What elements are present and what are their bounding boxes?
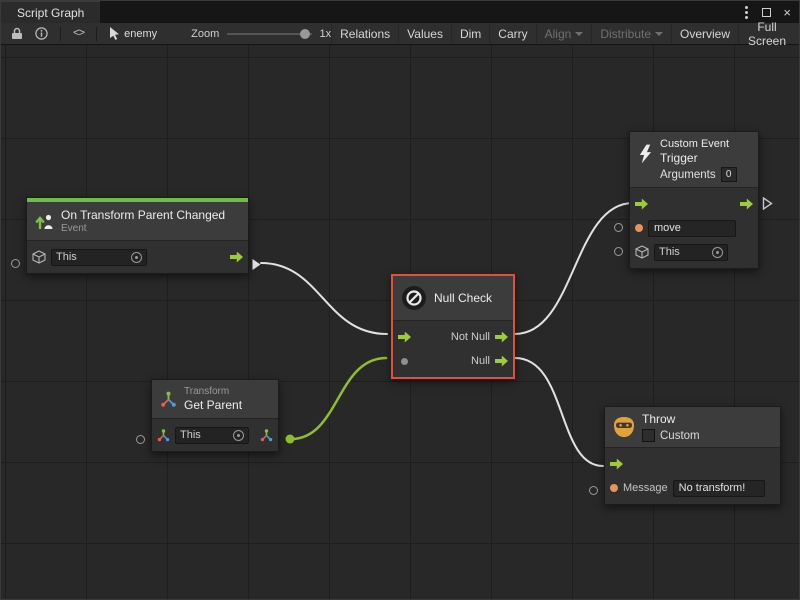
flow-output-port[interactable] bbox=[230, 252, 243, 263]
target-dropdown-value: This bbox=[56, 251, 77, 263]
node-title: On Transform Parent Changed bbox=[61, 208, 225, 222]
object-picker-icon[interactable] bbox=[131, 252, 142, 263]
full-screen-button[interactable]: Full Screen bbox=[738, 23, 795, 44]
throw-exception-icon bbox=[613, 417, 635, 437]
zoom-slider[interactable] bbox=[227, 27, 311, 41]
graph-toolbar: <> enemy Zoom 1x Relations Values Dim Ca… bbox=[1, 23, 799, 45]
node-title: Throw bbox=[642, 412, 700, 426]
flow-output-port[interactable] bbox=[740, 199, 753, 210]
transform-axis-icon bbox=[157, 429, 170, 442]
output-label-null: Null bbox=[471, 355, 490, 367]
relations-button[interactable]: Relations bbox=[331, 23, 398, 44]
chevron-down-icon bbox=[655, 32, 663, 36]
lock-icon[interactable] bbox=[5, 23, 29, 44]
node-subtitle: Event bbox=[61, 223, 225, 234]
target-dropdown[interactable]: This bbox=[51, 249, 147, 266]
overview-button[interactable]: Overview bbox=[671, 23, 738, 44]
message-field[interactable]: No transform! bbox=[673, 480, 765, 497]
node-title: Custom Event bbox=[660, 138, 737, 150]
carry-button[interactable]: Carry bbox=[489, 23, 535, 44]
tab-label: Script Graph bbox=[17, 6, 84, 20]
value-input-port[interactable] bbox=[136, 435, 145, 444]
event-name-field[interactable]: move bbox=[648, 220, 736, 237]
close-icon[interactable]: × bbox=[783, 6, 791, 19]
node-custom-event[interactable]: Custom Event Trigger Arguments 0 move bbox=[629, 131, 759, 269]
toolbar-separator bbox=[96, 27, 97, 41]
flow-input-port[interactable] bbox=[398, 332, 411, 343]
zoom-slider-track[interactable] bbox=[227, 33, 311, 35]
tab-bar: Script Graph × bbox=[1, 1, 799, 23]
flow-input-port[interactable] bbox=[610, 459, 623, 470]
gameobject-cube-icon bbox=[635, 245, 649, 259]
node-throw[interactable]: Throw Custom Message No transform! bbox=[604, 406, 781, 505]
wire-start-triangle-outline-icon bbox=[762, 197, 773, 210]
value-input-port[interactable] bbox=[11, 259, 20, 268]
info-icon[interactable] bbox=[29, 23, 54, 44]
value-input-port[interactable] bbox=[589, 486, 598, 495]
object-picker-icon[interactable] bbox=[712, 247, 723, 258]
transform-parent-changed-icon bbox=[35, 213, 54, 230]
node-title: Get Parent bbox=[184, 398, 242, 412]
node-title: Null Check bbox=[434, 291, 492, 305]
transform-output-port[interactable] bbox=[260, 429, 273, 442]
target-dropdown[interactable]: This bbox=[175, 427, 249, 444]
tab-script-graph[interactable]: Script Graph bbox=[1, 1, 100, 23]
node-category: Transform bbox=[184, 386, 242, 397]
values-button[interactable]: Values bbox=[398, 23, 451, 44]
graph-canvas[interactable]: On Transform Parent Changed Event This bbox=[1, 45, 799, 599]
value-input-dot-port[interactable] bbox=[401, 358, 408, 365]
node-on-transform-parent-changed[interactable]: On Transform Parent Changed Event This bbox=[26, 197, 249, 274]
target-dropdown-value: This bbox=[180, 429, 201, 441]
tab-spacer bbox=[100, 1, 743, 23]
wire-event-to-nullcheck[interactable] bbox=[261, 263, 387, 334]
node-null-check[interactable]: Null Check Not Null Null bbox=[391, 274, 515, 379]
menu-kebab-icon[interactable] bbox=[745, 11, 748, 14]
message-label: Message bbox=[623, 482, 668, 494]
cursor-icon bbox=[103, 23, 120, 44]
value-input-port[interactable] bbox=[614, 223, 623, 232]
value-input-port[interactable] bbox=[614, 247, 623, 256]
null-check-icon bbox=[401, 285, 427, 311]
flow-output-port-null[interactable] bbox=[495, 356, 508, 367]
arguments-label: Arguments bbox=[660, 169, 716, 181]
custom-event-lightning-icon bbox=[638, 144, 653, 164]
custom-checkbox-label: Custom bbox=[660, 430, 700, 442]
wire-null-to-throw[interactable] bbox=[515, 358, 603, 466]
dim-button[interactable]: Dim bbox=[451, 23, 489, 44]
node-get-parent[interactable]: Transform Get Parent This bbox=[151, 379, 279, 452]
code-view-icon[interactable]: <> bbox=[67, 23, 90, 44]
maximize-icon[interactable] bbox=[762, 8, 771, 17]
zoom-slider-knob[interactable] bbox=[300, 29, 310, 39]
flow-output-port-not-null[interactable] bbox=[495, 332, 508, 343]
value-input-dot-port[interactable] bbox=[610, 484, 618, 492]
node-subtitle: Trigger bbox=[660, 151, 737, 165]
target-dropdown[interactable]: This bbox=[654, 244, 728, 261]
gameobject-cube-icon bbox=[32, 250, 46, 264]
flow-input-port[interactable] bbox=[635, 199, 648, 210]
object-picker-icon[interactable] bbox=[233, 430, 244, 441]
custom-checkbox[interactable] bbox=[642, 429, 655, 442]
graph-name-label: enemy bbox=[124, 28, 157, 40]
zoom-label: Zoom bbox=[191, 28, 219, 40]
value-input-dot-port[interactable] bbox=[635, 224, 643, 232]
wire-getparent-to-nullcheck[interactable] bbox=[291, 358, 386, 439]
wire-green-endpoint bbox=[286, 435, 295, 444]
distribute-button: Distribute bbox=[591, 23, 671, 44]
script-graph-window: Script Graph × <> enemy Zoom 1x bbox=[0, 0, 800, 600]
output-label-not-null: Not Null bbox=[451, 331, 490, 343]
toolbar-buttons: Relations Values Dim Carry Align Distrib… bbox=[331, 23, 795, 44]
toolbar-separator bbox=[60, 27, 61, 41]
transform-axis-icon bbox=[160, 391, 177, 408]
align-button: Align bbox=[536, 23, 592, 44]
arguments-count-field[interactable]: 0 bbox=[721, 167, 737, 182]
chevron-down-icon bbox=[575, 32, 583, 36]
wire-start-triangle-icon bbox=[251, 258, 262, 271]
zoom-value: 1x bbox=[320, 28, 332, 40]
target-dropdown-value: This bbox=[659, 246, 680, 258]
